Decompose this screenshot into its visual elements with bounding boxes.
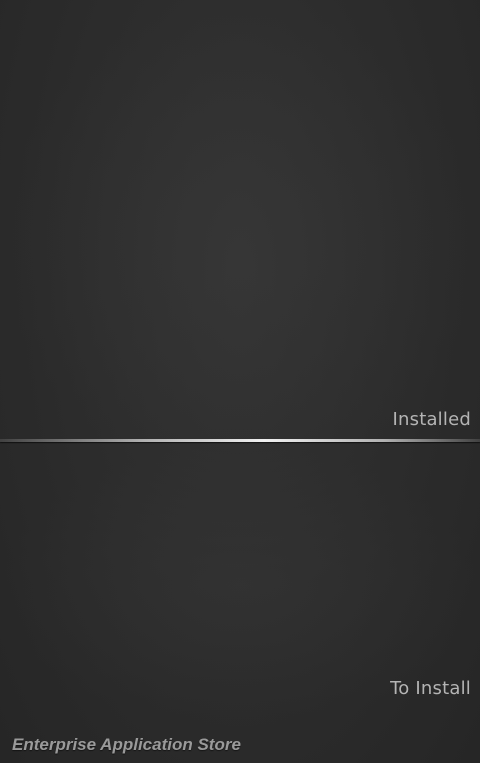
app-screen: Installed To Install Enterprise Applicat… — [0, 0, 480, 763]
installed-label: Installed — [392, 409, 471, 430]
section-divider — [0, 439, 480, 442]
to-install-section[interactable]: To Install — [0, 443, 480, 728]
installed-section[interactable]: Installed — [0, 0, 480, 440]
app-title: Enterprise Application Store — [12, 735, 241, 754]
to-install-label: To Install — [390, 678, 471, 699]
